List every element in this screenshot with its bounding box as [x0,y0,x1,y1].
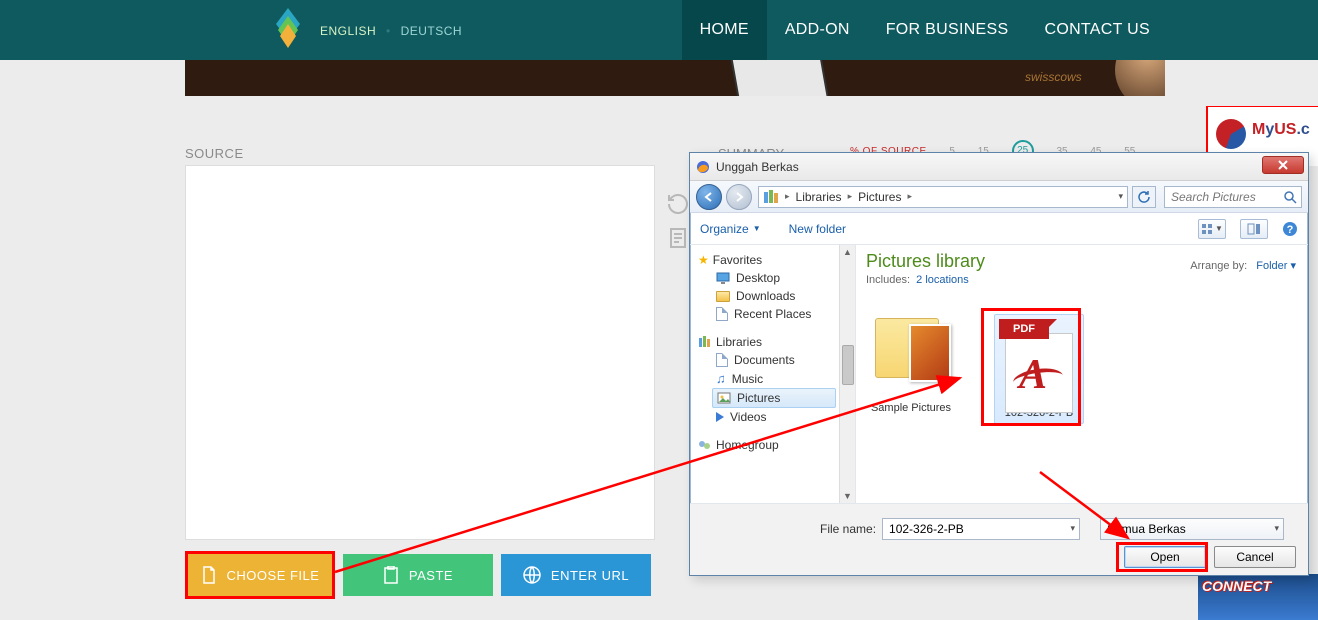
pictures-icon [717,392,731,404]
arrange-by-dropdown[interactable]: Folder ▾ [1256,260,1296,272]
view-mode-button[interactable]: ▼ [1198,219,1226,239]
libraries-icon [763,190,779,204]
file-open-dialog: Unggah Berkas ▸ Libraries ▸ Pictures ▸ ▾… [689,152,1309,576]
hero-banner: swisscows [185,60,1165,96]
homegroup-icon [698,439,712,451]
filename-label: File name: [820,522,876,536]
crumb-libraries[interactable]: Libraries [792,190,846,204]
scroll-down-icon[interactable]: ▼ [843,491,852,501]
open-button[interactable]: Open [1124,546,1206,568]
top-nav-bar: ENGLISH • DEUTSCH HOME ADD-ON FOR BUSINE… [0,0,1318,60]
source-heading: SOURCE [185,146,244,161]
lang-deutsch[interactable]: DEUTSCH [401,24,463,38]
address-dropdown-icon[interactable]: ▾ [1114,191,1127,202]
refresh-icon[interactable] [666,192,690,216]
tree-videos[interactable]: Videos [698,408,851,426]
tree-scrollbar[interactable]: ▲ ▼ [839,245,855,503]
refresh-button[interactable] [1132,186,1156,208]
tree-music[interactable]: ♫Music [698,369,851,388]
nav-home[interactable]: HOME [682,0,767,60]
cancel-button[interactable]: Cancel [1214,546,1296,568]
library-subtitle: Includes: 2 locations [866,274,1298,286]
dialog-title: Unggah Berkas [716,160,799,174]
search-icon [1283,190,1297,204]
swisscows-label: swisscows [1025,70,1082,84]
document-icon[interactable] [666,226,690,250]
chevron-down-icon[interactable]: ▾ [1071,523,1076,534]
lang-english[interactable]: ENGLISH [320,24,376,38]
site-logo [270,6,306,56]
pdf-badge: PDF [999,319,1049,339]
address-bar[interactable]: ▸ Libraries ▸ Pictures ▸ ▾ [758,186,1128,208]
tree-desktop[interactable]: Desktop [698,269,851,287]
tree-downloads[interactable]: Downloads [698,287,851,305]
video-icon [716,412,724,422]
scroll-up-icon[interactable]: ▲ [843,247,852,257]
close-button[interactable] [1262,156,1304,174]
enter-url-button[interactable]: ENTER URL [501,554,651,596]
source-textarea[interactable] [185,165,655,540]
tree-homegroup[interactable]: Homegroup [698,436,851,454]
page-icon [716,307,728,321]
folder-tree[interactable]: ★Favorites Desktop Downloads Recent Plac… [690,245,856,503]
nav-back-button[interactable] [696,184,722,210]
music-icon: ♫ [716,371,726,386]
folder-icon [716,291,730,302]
search-input[interactable]: Search Pictures [1164,186,1302,208]
dialog-toolbar: Organize▼ New folder ▼ ? [690,213,1308,245]
new-folder-button[interactable]: New folder [789,222,846,236]
svg-text:?: ? [1287,224,1294,236]
action-button-row: CHOOSE FILE PASTE ENTER URL [185,554,651,596]
chevron-down-icon[interactable]: ▾ [1274,523,1279,534]
nav-contact[interactable]: CONTACT US [1026,0,1168,60]
help-icon[interactable]: ? [1282,221,1298,237]
star-icon: ★ [698,253,709,267]
organize-menu[interactable]: Organize▼ [700,222,761,236]
filename-combo[interactable]: 102-326-2-PB ▾ [882,518,1080,540]
choose-file-button[interactable]: CHOOSE FILE [185,554,335,596]
arrange-by: Arrange by: Folder ▾ [1190,259,1296,272]
dialog-titlebar[interactable]: Unggah Berkas [690,153,1308,181]
globe-icon [1216,119,1246,149]
nav-business[interactable]: FOR BUSINESS [868,0,1027,60]
preview-pane-button[interactable] [1240,219,1268,239]
document-icon [716,353,728,367]
paste-button[interactable]: PASTE [343,554,493,596]
dialog-nav-strip: ▸ Libraries ▸ Pictures ▸ ▾ Search Pictur… [690,181,1308,213]
file-type-filter[interactable]: Semua Berkas ▾ [1100,518,1284,540]
nav-addon[interactable]: ADD-ON [767,0,868,60]
crumb-pictures[interactable]: Pictures [854,190,905,204]
libraries-icon [698,336,712,348]
desktop-icon [716,272,730,284]
tree-documents[interactable]: Documents [698,351,851,369]
dialog-footer: File name: 102-326-2-PB ▾ Semua Berkas ▾… [690,503,1308,575]
tree-favorites[interactable]: ★Favorites [698,251,851,269]
tree-pictures[interactable]: Pictures [712,388,836,408]
scroll-thumb[interactable] [842,345,854,385]
file-list-area[interactable]: Pictures library Includes: 2 locations A… [856,245,1308,503]
language-switch[interactable]: ENGLISH • DEUTSCH [320,24,462,38]
file-sample-pictures[interactable]: Sample Pictures [866,314,956,424]
nav-forward-button[interactable] [726,184,752,210]
file-pdf[interactable]: PDF A 102-326-2-PB [994,314,1084,424]
tree-recent[interactable]: Recent Places [698,305,851,323]
locations-link[interactable]: 2 locations [916,274,969,286]
tree-libraries[interactable]: Libraries [698,333,851,351]
ad-connect4[interactable]: CONNECT [1198,574,1318,620]
firefox-icon [696,160,710,174]
